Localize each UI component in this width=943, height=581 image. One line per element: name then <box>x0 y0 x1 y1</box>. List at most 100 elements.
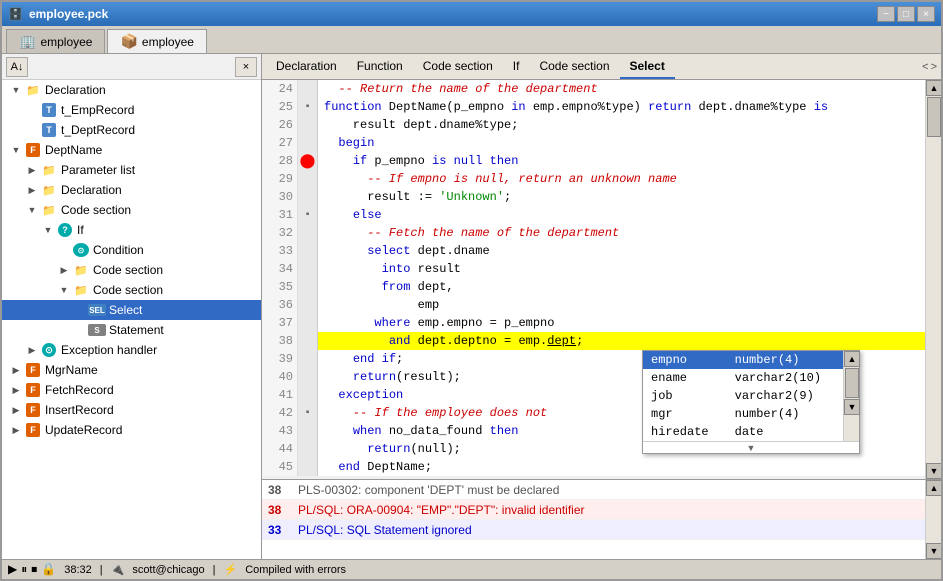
stop-icon[interactable]: ⏹ <box>31 562 37 577</box>
tree-item-statement[interactable]: S Statement <box>2 320 261 340</box>
ac-scrollbar[interactable]: ▲ ▼ <box>843 351 859 441</box>
tree-item-updaterecord[interactable]: ▶ F UpdateRecord <box>2 420 261 440</box>
expander-decl-inner[interactable]: ▶ <box>24 185 40 196</box>
select-icon: SEL <box>88 302 106 318</box>
scroll-down-button[interactable]: ▼ <box>926 463 941 479</box>
expander-exc[interactable]: ▶ <box>24 345 40 356</box>
tree-item-fetchrecord[interactable]: ▶ F FetchRecord <box>2 380 261 400</box>
tree-item-code-section1[interactable]: ▼ 📁 Code section <box>2 200 261 220</box>
run-icon[interactable]: ▶ <box>8 562 17 577</box>
separator1: | <box>100 564 103 576</box>
expander-param[interactable]: ▶ <box>24 165 40 176</box>
tree-item-t-emp-record[interactable]: T t_EmpRecord <box>2 100 261 120</box>
expander-insert[interactable]: ▶ <box>8 405 24 416</box>
ac-col2-2: varchar2(9) <box>727 387 843 405</box>
nav-next-icon[interactable]: > <box>931 61 937 73</box>
expander-update[interactable]: ▶ <box>8 425 24 436</box>
error-item-1[interactable]: 38 PL/SQL: ORA-00904: "EMP"."DEPT": inva… <box>262 500 925 520</box>
autocomplete-item-3[interactable]: mgr number(4) <box>643 405 843 423</box>
expander-deptname[interactable]: ▼ <box>8 145 24 155</box>
error-scroll-down[interactable]: ▼ <box>926 543 941 559</box>
error-scrollbar[interactable]: ▲ ▼ <box>925 480 941 559</box>
expand-31[interactable]: ▪ <box>304 210 310 221</box>
expander-mgr[interactable]: ▶ <box>8 365 24 376</box>
scroll-up-button[interactable]: ▲ <box>926 80 941 96</box>
tree-item-code-section3[interactable]: ▼ 📁 Code section <box>2 280 261 300</box>
expander-code2[interactable]: ▶ <box>56 265 72 276</box>
code-scroll-area[interactable]: 24 -- Return the name of the department … <box>262 80 925 479</box>
tree-label: DeptName <box>45 143 102 157</box>
scroll-space <box>926 138 941 463</box>
tree-label: Exception handler <box>61 343 157 357</box>
expander-fetch[interactable]: ▶ <box>8 385 24 396</box>
error-scroll-up[interactable]: ▲ <box>926 480 941 496</box>
nav-tab-code-section1[interactable]: Code section <box>413 55 503 79</box>
code-line-32: 32 -- Fetch the name of the department <box>262 224 925 242</box>
expand-42[interactable]: ▪ <box>304 408 310 419</box>
tree-item-insertrecord[interactable]: ▶ F InsertRecord <box>2 400 261 420</box>
tree-container[interactable]: ▼ 📁 Declaration T t_EmpRecord T t_DeptRe… <box>2 80 261 559</box>
nav-prev-icon[interactable]: < <box>922 61 928 73</box>
restore-button[interactable]: □ <box>897 6 915 22</box>
nav-tab-if[interactable]: If <box>503 55 530 79</box>
ac-col1-1: ename <box>643 369 727 387</box>
error-message-2: PL/SQL: SQL Statement ignored <box>298 523 472 537</box>
tab-employee-file[interactable]: 📦 employee <box>107 29 206 53</box>
expander-code1[interactable]: ▼ <box>24 205 40 215</box>
func-F-icon: F <box>24 142 42 158</box>
close-tree-button[interactable]: × <box>235 57 257 77</box>
autocomplete-item-2[interactable]: job varchar2(9) <box>643 387 843 405</box>
ac-scroll-up[interactable]: ▲ <box>844 351 860 367</box>
main-window: 🗄️ employee.pck − □ × 🏢 employee 📦 emplo… <box>0 0 943 581</box>
tab-employee-schema[interactable]: 🏢 employee <box>6 29 105 53</box>
nav-tab-code-section2[interactable]: Code section <box>529 55 619 79</box>
user-info: scott@chicago <box>132 564 204 576</box>
tree-label: Declaration <box>45 83 106 97</box>
error-message-1: PL/SQL: ORA-00904: "EMP"."DEPT": invalid… <box>298 503 585 517</box>
nav-tabs: Declaration Function Code section If Cod… <box>262 54 941 80</box>
tree-item-mgrname[interactable]: ▶ F MgrName <box>2 360 261 380</box>
tree-item-declaration-root[interactable]: ▼ 📁 Declaration <box>2 80 261 100</box>
tree-item-if[interactable]: ▼ ? If <box>2 220 261 240</box>
tree-item-declaration-inner[interactable]: ▶ 📁 Declaration <box>2 180 261 200</box>
code-scrollbar[interactable]: ▲ ▼ <box>925 80 941 479</box>
autocomplete-table: empno number(4) ename varchar2(10) <box>643 351 843 441</box>
code-line-24: 24 -- Return the name of the department <box>262 80 925 98</box>
close-button[interactable]: × <box>917 6 935 22</box>
close-tree-icon: × <box>243 61 249 73</box>
expander-code3[interactable]: ▼ <box>56 285 72 295</box>
pause-icon[interactable]: ⏸ <box>21 562 27 577</box>
error-list[interactable]: 38 PLS-00302: component 'DEPT' must be d… <box>262 480 925 559</box>
code-line-35: 35 from dept, <box>262 278 925 296</box>
code-line-29: 29 -- If empno is null, return an unknow… <box>262 170 925 188</box>
document-tabs: 🏢 employee 📦 employee <box>2 26 941 54</box>
expander-declaration[interactable]: ▼ <box>8 85 24 95</box>
tree-item-param-list[interactable]: ▶ 📁 Parameter list <box>2 160 261 180</box>
scroll-thumb[interactable] <box>927 97 941 137</box>
autocomplete-item-4[interactable]: hiredate date <box>643 423 843 441</box>
code-line-33: 33 select dept.dname <box>262 242 925 260</box>
nav-tab-declaration[interactable]: Declaration <box>266 55 347 79</box>
tree-item-select[interactable]: SEL Select <box>2 300 261 320</box>
nav-tab-function[interactable]: Function <box>347 55 413 79</box>
ac-scroll-thumb[interactable] <box>845 368 859 398</box>
error-item-0[interactable]: 38 PLS-00302: component 'DEPT' must be d… <box>262 480 925 500</box>
tree-item-code-section2[interactable]: ▶ 📁 Code section <box>2 260 261 280</box>
ac-scroll-down[interactable]: ▼ <box>844 399 860 415</box>
nav-tab-select[interactable]: Select <box>620 55 675 79</box>
autocomplete-item-0[interactable]: empno number(4) <box>643 351 843 369</box>
tree-item-exception[interactable]: ▶ ⊙ Exception handler <box>2 340 261 360</box>
expand-25[interactable]: ▪ <box>304 102 310 113</box>
tree-item-condition[interactable]: ⊙ Condition <box>2 240 261 260</box>
autocomplete-item-1[interactable]: ename varchar2(10) <box>643 369 843 387</box>
main-area: A↓ × ▼ 📁 Declaration <box>2 54 941 559</box>
sort-button[interactable]: A↓ <box>6 57 28 77</box>
autocomplete-popup[interactable]: empno number(4) ename varchar2(10) <box>642 350 860 454</box>
window-title: employee.pck <box>29 7 108 21</box>
minimize-button[interactable]: − <box>877 6 895 22</box>
tab-file-label: employee <box>142 35 194 49</box>
error-item-2[interactable]: 33 PL/SQL: SQL Statement ignored <box>262 520 925 540</box>
tree-item-deptname[interactable]: ▼ F DeptName <box>2 140 261 160</box>
expander-if[interactable]: ▼ <box>40 225 56 235</box>
tree-item-t-dept-record[interactable]: T t_DeptRecord <box>2 120 261 140</box>
